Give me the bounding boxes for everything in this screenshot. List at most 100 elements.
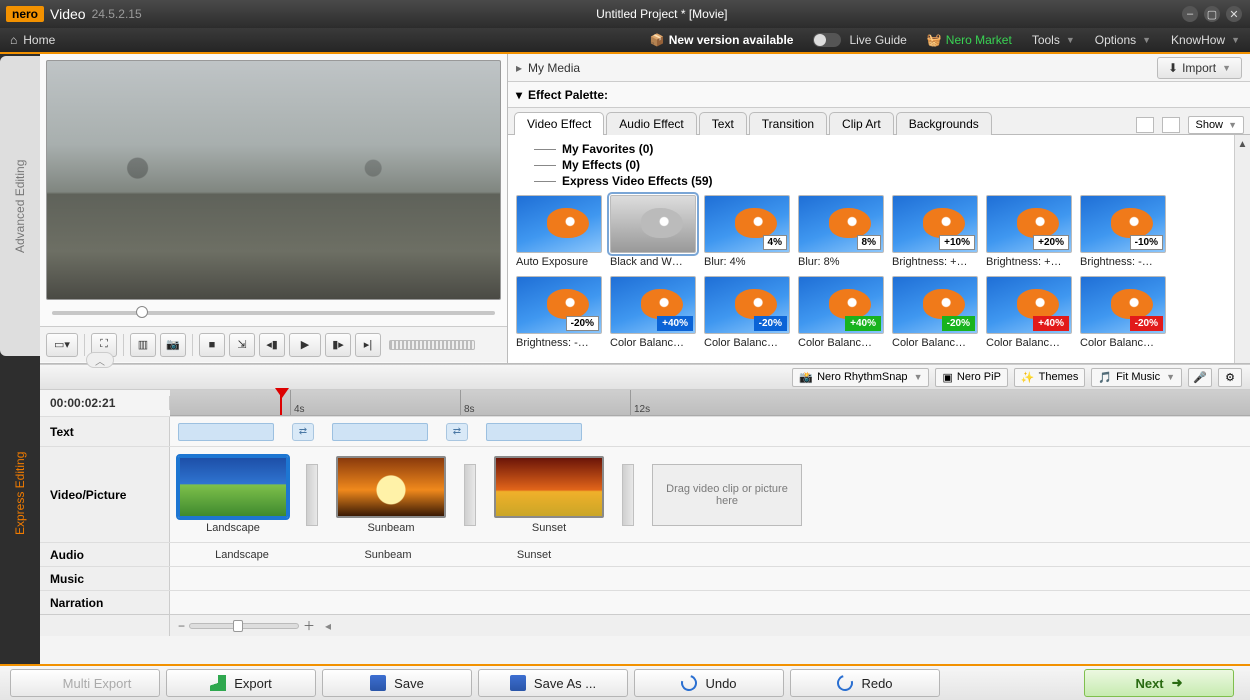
effect-item[interactable]: +10%Brightness: +… bbox=[892, 195, 978, 268]
text-segment[interactable] bbox=[332, 423, 428, 441]
effect-palette-header[interactable]: ▾ Effect Palette: bbox=[508, 82, 1250, 108]
tab-audio-effect[interactable]: Audio Effect bbox=[606, 112, 697, 135]
text-lane[interactable]: ⇄ ⇄ bbox=[170, 417, 1250, 447]
chevron-down-icon: ▼ bbox=[1231, 35, 1240, 45]
tab-express-editing[interactable]: Express Editing bbox=[0, 358, 40, 628]
effect-item[interactable]: 8%Blur: 8% bbox=[798, 195, 884, 268]
redo-button[interactable]: Redo bbox=[790, 669, 940, 697]
tab-video-effect[interactable]: Video Effect bbox=[514, 112, 604, 135]
step-forward-button[interactable]: ▮▸ bbox=[325, 333, 351, 357]
layout-button[interactable]: ▥ bbox=[130, 333, 156, 357]
effect-label: Color Balanc… bbox=[610, 337, 696, 349]
music-lane[interactable] bbox=[170, 573, 1250, 585]
effect-item[interactable]: Black and W… bbox=[610, 195, 696, 268]
effect-item[interactable]: -10%Brightness: -… bbox=[1080, 195, 1166, 268]
window-minimize-button[interactable]: – bbox=[1182, 6, 1198, 22]
fit-music-button[interactable]: 🎵Fit Music▼ bbox=[1091, 368, 1182, 387]
display-menu-button[interactable]: ▭▾ bbox=[46, 333, 78, 357]
tree-favorites[interactable]: My Favorites (0) bbox=[534, 141, 1234, 157]
timeline-clip[interactable]: Sunset bbox=[494, 456, 604, 534]
tools-menu[interactable]: Tools▼ bbox=[1022, 33, 1085, 47]
goto-end-button[interactable]: ▸| bbox=[355, 333, 381, 357]
clip-bracket[interactable] bbox=[622, 464, 634, 526]
scroll-up-icon[interactable]: ▲ bbox=[1238, 139, 1248, 150]
snapshot-button[interactable]: 📷 bbox=[160, 333, 186, 357]
step-back-button[interactable]: ◂▮ bbox=[259, 333, 285, 357]
effect-item[interactable]: -20%Brightness: -… bbox=[516, 276, 602, 349]
effect-item[interactable]: -20%Color Balanc… bbox=[704, 276, 790, 349]
tab-advanced-editing[interactable]: Advanced Editing bbox=[0, 56, 40, 356]
undo-button[interactable]: Undo bbox=[634, 669, 784, 697]
import-button[interactable]: ⬇ Import ▼ bbox=[1157, 57, 1242, 79]
mic-button[interactable]: 🎤 bbox=[1188, 368, 1212, 387]
multi-export-button[interactable]: Multi Export bbox=[10, 669, 160, 697]
clip-bracket[interactable] bbox=[306, 464, 318, 526]
timeline-clip[interactable]: Sunbeam bbox=[336, 456, 446, 534]
chevron-left-icon[interactable]: ◂ bbox=[325, 619, 331, 633]
window-close-button[interactable]: ✕ bbox=[1226, 6, 1242, 22]
tree-express-effects[interactable]: Express Video Effects (59) bbox=[534, 173, 1234, 189]
clip-bracket[interactable] bbox=[464, 464, 476, 526]
zoom-slider[interactable] bbox=[189, 623, 299, 629]
transition-chip[interactable]: ⇄ bbox=[292, 423, 314, 441]
effect-item[interactable]: -20%Color Balanc… bbox=[1080, 276, 1166, 349]
narration-lane[interactable] bbox=[170, 597, 1250, 609]
text-segment[interactable] bbox=[486, 423, 582, 441]
text-segment[interactable] bbox=[178, 423, 274, 441]
knowhow-menu[interactable]: KnowHow▼ bbox=[1161, 33, 1250, 47]
effect-item[interactable]: -20%Color Balanc… bbox=[892, 276, 978, 349]
effect-scrollbar[interactable]: ▲ bbox=[1234, 135, 1250, 363]
tree-my-effects[interactable]: My Effects (0) bbox=[534, 157, 1234, 173]
rhythmsnap-button[interactable]: 📸Nero RhythmSnap▼ bbox=[792, 368, 929, 387]
effect-item[interactable]: 4%Blur: 4% bbox=[704, 195, 790, 268]
expand-timeline-button[interactable]: ︿ bbox=[86, 352, 114, 368]
drop-target[interactable]: Drag video clip or picture here bbox=[652, 464, 802, 526]
stop-button[interactable]: ■ bbox=[199, 333, 225, 357]
tab-transition[interactable]: Transition bbox=[749, 112, 827, 135]
home-button[interactable]: ⌂ Home bbox=[0, 33, 65, 47]
timeline-toolbar: 📸Nero RhythmSnap▼ ▣Nero PiP ✨Themes 🎵Fit… bbox=[40, 364, 1250, 390]
timeline-clip[interactable]: Landscape bbox=[178, 456, 288, 534]
settings-small-button[interactable]: ⚙ bbox=[1218, 368, 1242, 387]
show-dropdown[interactable]: Show ▼ bbox=[1188, 116, 1244, 134]
jog-dial[interactable] bbox=[389, 340, 475, 350]
playhead[interactable] bbox=[280, 390, 282, 415]
preview-seek-slider[interactable] bbox=[40, 300, 507, 326]
view-list-button[interactable] bbox=[1162, 117, 1180, 133]
zoom-out-icon[interactable]: − bbox=[178, 619, 185, 633]
themes-button[interactable]: ✨Themes bbox=[1014, 368, 1085, 387]
save-as-button[interactable]: Save As ... bbox=[478, 669, 628, 697]
next-button[interactable]: Next➜ bbox=[1084, 669, 1234, 697]
tab-text[interactable]: Text bbox=[699, 112, 747, 135]
tab-backgrounds[interactable]: Backgrounds bbox=[896, 112, 992, 135]
view-grid-button[interactable] bbox=[1136, 117, 1154, 133]
window-maximize-button[interactable]: ▢ bbox=[1204, 6, 1220, 22]
effect-label: Brightness: +… bbox=[892, 256, 978, 268]
effect-item[interactable]: +20%Brightness: +… bbox=[986, 195, 1072, 268]
timeline-zoom[interactable]: − ＋ ◂ bbox=[170, 617, 331, 634]
chevron-down-icon: ▼ bbox=[1222, 63, 1231, 73]
zoom-in-icon[interactable]: ＋ bbox=[303, 617, 315, 634]
transition-chip[interactable]: ⇄ bbox=[446, 423, 468, 441]
my-media-header[interactable]: ▸ My Media ⬇ Import ▼ bbox=[508, 54, 1250, 82]
audio-lane[interactable]: LandscapeSunbeamSunset bbox=[170, 543, 1250, 567]
play-button[interactable]: ▶ bbox=[289, 333, 321, 357]
new-version-button[interactable]: 📦 New version available bbox=[640, 33, 804, 47]
save-button[interactable]: Save bbox=[322, 669, 472, 697]
pip-button[interactable]: ▣Nero PiP bbox=[935, 368, 1007, 387]
preview-viewport[interactable] bbox=[46, 60, 501, 300]
options-menu[interactable]: Options▼ bbox=[1085, 33, 1161, 47]
loop-button[interactable]: ⇲ bbox=[229, 333, 255, 357]
tab-clip-art[interactable]: Clip Art bbox=[829, 112, 894, 135]
live-guide-toggle[interactable]: Live Guide bbox=[803, 33, 916, 47]
effect-item[interactable]: Auto Exposure bbox=[516, 195, 602, 268]
effect-item[interactable]: +40%Color Balanc… bbox=[610, 276, 696, 349]
effect-item[interactable]: +40%Color Balanc… bbox=[986, 276, 1072, 349]
effect-label: Color Balanc… bbox=[704, 337, 790, 349]
nero-market-button[interactable]: 🧺 Nero Market bbox=[917, 33, 1022, 47]
effect-item[interactable]: +40%Color Balanc… bbox=[798, 276, 884, 349]
audio-clip-label: Landscape bbox=[178, 549, 306, 561]
export-button[interactable]: Export bbox=[166, 669, 316, 697]
video-lane[interactable]: Landscape Sunbeam Sunset Drag video clip or… bbox=[170, 450, 1250, 540]
timeline-ruler[interactable]: 4s 8s 12s bbox=[170, 390, 1250, 416]
